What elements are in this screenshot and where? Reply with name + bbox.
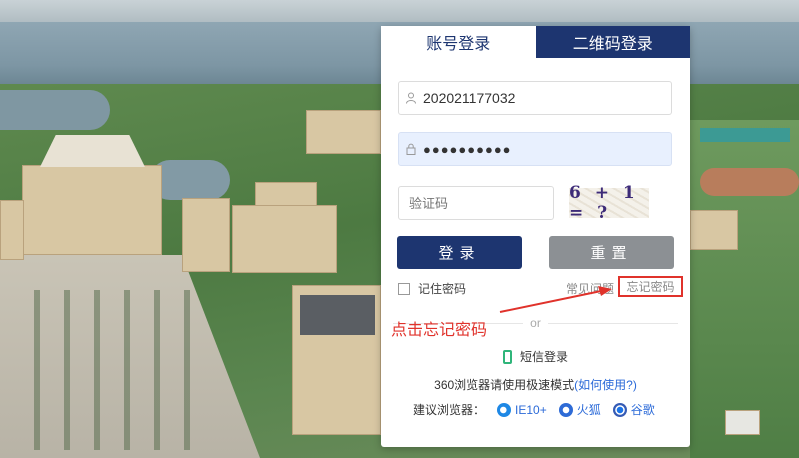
sms-login-link[interactable]: 短信登录 xyxy=(381,348,690,365)
sports-court xyxy=(700,128,790,142)
main-building-roof xyxy=(40,135,145,167)
remember-label: 记住密码 xyxy=(418,282,467,296)
building xyxy=(232,205,337,273)
browser-chrome-label: 谷歌 xyxy=(630,403,655,417)
faq-link[interactable]: 常见问题 xyxy=(566,280,614,297)
chrome-icon xyxy=(612,402,627,417)
firefox-icon xyxy=(558,402,573,417)
browser-chrome-link[interactable]: 谷歌 xyxy=(612,401,655,418)
login-tabs: 账号登录 二维码登录 xyxy=(381,26,690,58)
sms-login-label: 短信登录 xyxy=(519,350,568,364)
login-panel: 账号登录 二维码登录 202021177032 ●●●●●●●●●● 6 + 1… xyxy=(381,26,690,447)
tab-qr-login[interactable]: 二维码登录 xyxy=(535,26,690,58)
building xyxy=(182,198,230,272)
recommended-browsers: 建议浏览器： IE10+ 火狐 谷歌 xyxy=(413,401,655,418)
remember-password[interactable]: 记住密码 xyxy=(398,280,466,297)
building-roof xyxy=(300,295,375,335)
building xyxy=(306,110,381,154)
password-value: ●●●●●●●●●● xyxy=(423,141,512,157)
user-icon xyxy=(399,92,423,104)
annotation-label: 点击忘记密码 xyxy=(391,320,488,339)
username-value: 202021177032 xyxy=(423,90,516,106)
captcha-image[interactable]: 6 + 1 = ? xyxy=(569,183,649,223)
how-to-use-link[interactable]: (如何使用?) xyxy=(574,378,637,392)
browser-ie-label: IE10+ xyxy=(515,402,547,417)
building xyxy=(725,410,760,435)
login-button[interactable]: 登录 xyxy=(397,236,522,269)
browser-ie-link[interactable]: IE10+ xyxy=(497,402,547,417)
browsers-label: 建议浏览器： xyxy=(413,403,486,417)
tab-account-login[interactable]: 账号登录 xyxy=(381,26,536,58)
browser-firefox-label: 火狐 xyxy=(576,403,601,417)
browser-tip-text: 360浏览器请使用极速模式 xyxy=(434,378,575,392)
lock-icon xyxy=(399,143,423,155)
pond xyxy=(0,90,110,130)
username-field[interactable]: 202021177032 xyxy=(398,81,672,115)
building xyxy=(0,200,24,260)
ie-icon xyxy=(497,402,512,417)
building xyxy=(690,210,738,250)
forgot-password-link[interactable]: 忘记密码 xyxy=(618,276,683,297)
main-building xyxy=(22,165,162,255)
browser-firefox-link[interactable]: 火狐 xyxy=(558,401,601,418)
building xyxy=(255,182,317,206)
password-field[interactable]: ●●●●●●●●●● xyxy=(398,132,672,166)
phone-icon xyxy=(502,349,512,364)
reset-button[interactable]: 重置 xyxy=(549,236,674,269)
remember-checkbox[interactable] xyxy=(398,282,410,295)
captcha-input[interactable] xyxy=(398,186,554,220)
running-track xyxy=(700,168,799,196)
browser-tip: 360浏览器请使用极速模式(如何使用?) xyxy=(381,376,690,393)
plaza-tree-rows xyxy=(10,290,210,450)
pond xyxy=(150,160,230,200)
